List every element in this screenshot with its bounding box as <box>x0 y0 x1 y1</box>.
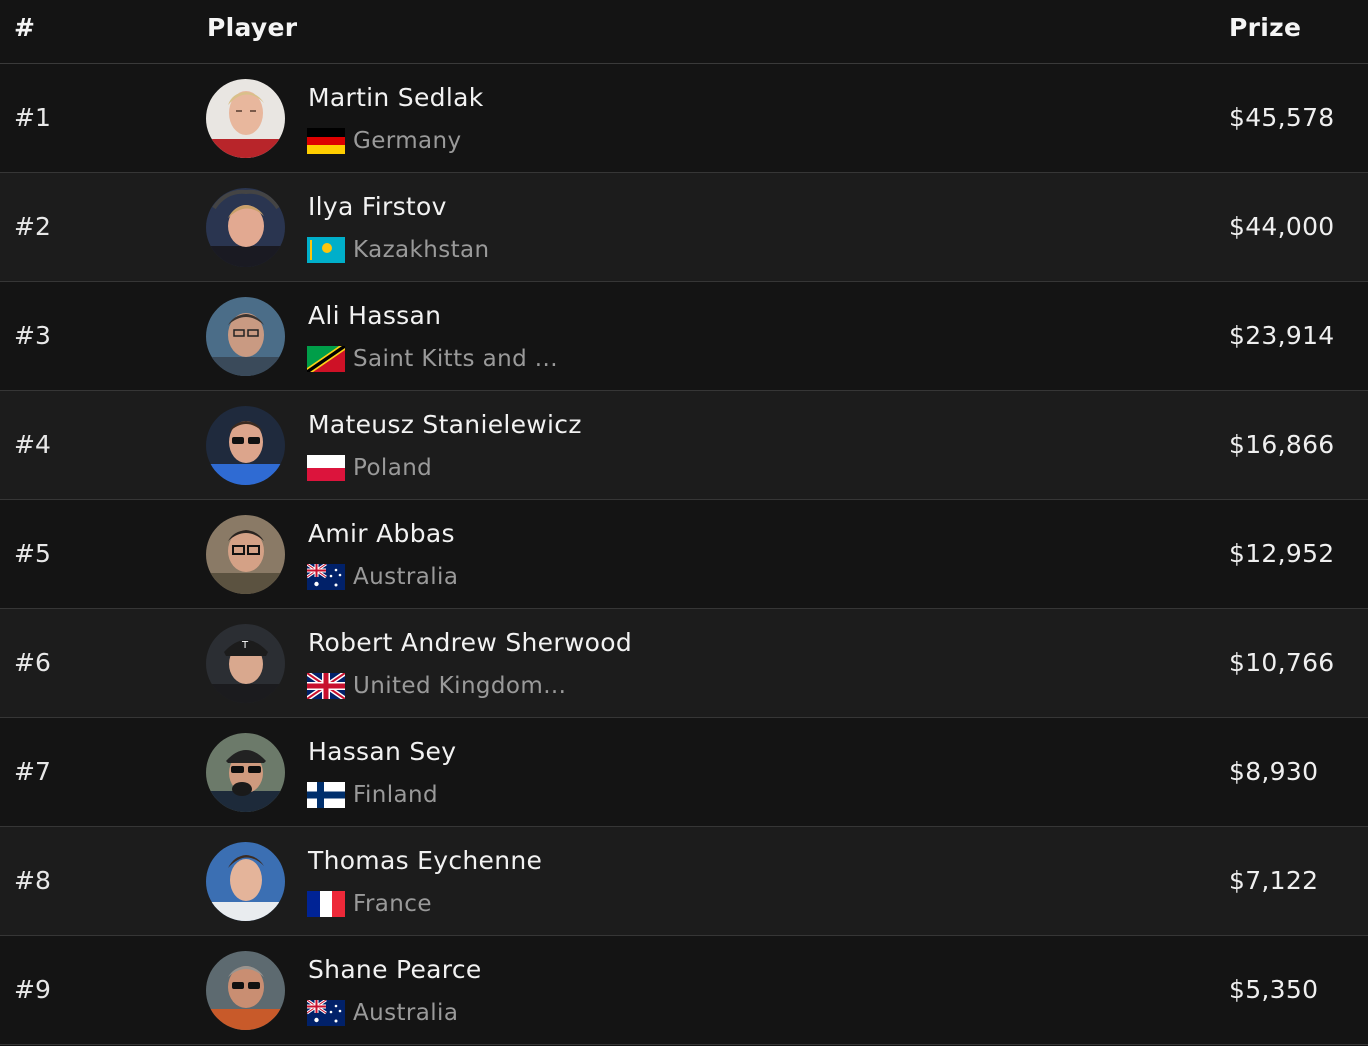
country-name: France <box>353 891 432 917</box>
rank-label: #8 <box>14 866 51 895</box>
country-name: Saint Kitts and ... <box>353 346 558 372</box>
table-row[interactable]: #5 Amir Abbas Australia $12,952 <box>0 500 1368 609</box>
player-name[interactable]: Thomas Eychenne <box>308 846 542 875</box>
prize-amount: $10,766 <box>1229 648 1335 677</box>
prize-amount: $7,122 <box>1229 866 1319 895</box>
prize-amount: $12,952 <box>1229 539 1335 568</box>
rank-label: #3 <box>14 321 51 350</box>
rank-label: #2 <box>14 212 51 241</box>
prize-amount: $5,350 <box>1229 975 1319 1004</box>
country-name: Australia <box>353 564 459 590</box>
table-row[interactable]: #2 Ilya Firstov Kazakhstan $44,000 <box>0 173 1368 282</box>
player-name[interactable]: Ilya Firstov <box>308 192 447 221</box>
prize-amount: $16,866 <box>1229 430 1335 459</box>
player-avatar[interactable] <box>206 79 285 158</box>
country-name: Finland <box>353 782 438 808</box>
country-name: Poland <box>353 455 433 481</box>
kazakhstan-flag-icon <box>307 237 345 263</box>
player-name[interactable]: Martin Sedlak <box>308 83 483 112</box>
player-name[interactable]: Robert Andrew Sherwood <box>308 628 632 657</box>
australia-flag-icon <box>307 1000 345 1026</box>
country-name: United Kingdom... <box>353 673 567 699</box>
prize-amount: $8,930 <box>1229 757 1319 786</box>
rank-column-header: # <box>14 13 36 42</box>
player-avatar[interactable] <box>206 297 285 376</box>
player-avatar[interactable] <box>206 842 285 921</box>
rank-label: #4 <box>14 430 51 459</box>
svg-text:T: T <box>241 640 249 651</box>
table-row[interactable]: #9 Shane Pearce Australia $5,350 <box>0 936 1368 1045</box>
table-row[interactable]: #3 Ali Hassan Saint Kitts and ... $23,91… <box>0 282 1368 391</box>
player-name[interactable]: Mateusz Stanielewicz <box>308 410 582 439</box>
rank-label: #7 <box>14 757 51 786</box>
rank-label: #1 <box>14 103 51 132</box>
prize-amount: $44,000 <box>1229 212 1335 241</box>
rank-label: #5 <box>14 539 51 568</box>
australia-flag-icon <box>307 564 345 590</box>
player-avatar[interactable] <box>206 733 285 812</box>
payout-table: # Player Prize #1 Martin Sedlak Germany … <box>0 0 1368 1045</box>
table-row[interactable]: #6 T Robert Andrew Sherwood United Kingd… <box>0 609 1368 718</box>
player-name[interactable]: Ali Hassan <box>308 301 441 330</box>
table-header: # Player Prize <box>0 0 1368 64</box>
table-row[interactable]: #4 Mateusz Stanielewicz Poland $16,866 <box>0 391 1368 500</box>
prize-amount: $45,578 <box>1229 103 1335 132</box>
table-row[interactable]: #8 Thomas Eychenne France $7,122 <box>0 827 1368 936</box>
prize-amount: $23,914 <box>1229 321 1335 350</box>
poland-flag-icon <box>307 455 345 481</box>
uk-flag-icon <box>307 673 345 699</box>
saint-kitts-flag-icon <box>307 346 345 372</box>
player-name[interactable]: Shane Pearce <box>308 955 482 984</box>
player-avatar[interactable] <box>206 188 285 267</box>
germany-flag-icon <box>307 128 345 154</box>
player-avatar[interactable] <box>206 515 285 594</box>
country-name: Kazakhstan <box>353 237 490 263</box>
player-avatar[interactable] <box>206 951 285 1030</box>
country-name: Germany <box>353 128 462 154</box>
france-flag-icon <box>307 891 345 917</box>
rank-label: #6 <box>14 648 51 677</box>
rank-label: #9 <box>14 975 51 1004</box>
player-name[interactable]: Amir Abbas <box>308 519 455 548</box>
player-name[interactable]: Hassan Sey <box>308 737 456 766</box>
table-row[interactable]: #1 Martin Sedlak Germany $45,578 <box>0 64 1368 173</box>
prize-column-header: Prize <box>1229 13 1302 42</box>
country-name: Australia <box>353 1000 459 1026</box>
player-avatar[interactable] <box>206 406 285 485</box>
finland-flag-icon <box>307 782 345 808</box>
table-row[interactable]: #7 Hassan Sey Finland $8,930 <box>0 718 1368 827</box>
player-avatar[interactable]: T <box>206 624 285 703</box>
player-column-header: Player <box>207 13 298 42</box>
